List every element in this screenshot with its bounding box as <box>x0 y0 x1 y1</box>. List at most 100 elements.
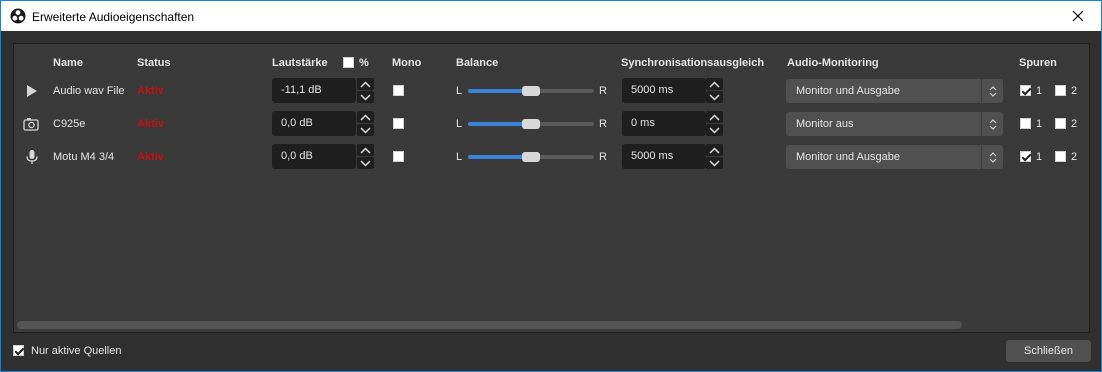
source-name: Motu M4 3/4 <box>53 151 115 163</box>
up-down-chevron-icon <box>989 118 996 130</box>
track-1-label: 1 <box>1036 85 1043 97</box>
chevron-down-icon <box>709 126 720 134</box>
track-1-checkbox[interactable] <box>1020 85 1031 96</box>
microphone-icon <box>26 150 38 164</box>
chevron-up-icon <box>709 113 720 121</box>
stepper-down-button[interactable] <box>357 124 374 136</box>
audio-sources-table: Name Status Lautstärke % Mono Balance Sy… <box>13 43 1090 333</box>
slider-thumb[interactable] <box>522 119 540 129</box>
balance-slider[interactable] <box>468 86 594 96</box>
column-header-balance: Balance <box>456 57 499 69</box>
stepper-down-button[interactable] <box>706 124 723 136</box>
stepper-up-button[interactable] <box>706 78 723 90</box>
close-window-button[interactable] <box>1055 1 1101 31</box>
horizontal-scrollbar[interactable] <box>17 321 962 329</box>
track-1-label: 1 <box>1036 118 1043 130</box>
chevron-down-icon <box>360 126 371 134</box>
up-down-chevron-icon <box>989 151 996 163</box>
track-2-label: 2 <box>1071 118 1078 130</box>
monitoring-select[interactable]: Monitor und Ausgabe <box>786 145 1003 169</box>
only-active-sources-checkbox[interactable] <box>13 345 24 356</box>
stepper-down-button[interactable] <box>706 91 723 103</box>
chevron-down-icon <box>709 93 720 101</box>
sync-offset-input[interactable]: 0 ms <box>622 111 706 136</box>
balance-left-label: L <box>456 118 463 130</box>
stepper-up-button[interactable] <box>706 144 723 156</box>
track-2-label: 2 <box>1071 85 1078 97</box>
source-name: Audio wav File <box>53 85 125 97</box>
volume-stepper[interactable] <box>357 111 374 136</box>
camera-icon <box>23 118 39 131</box>
audio-properties-window: Erweiterte Audioeigenschaften Name Statu… <box>0 0 1102 372</box>
status-badge: Aktiv <box>137 118 164 130</box>
stepper-up-button[interactable] <box>706 111 723 123</box>
stepper-down-button[interactable] <box>357 91 374 103</box>
sync-offset-stepper[interactable] <box>706 78 723 103</box>
volume-input[interactable]: 0,0 dB <box>272 111 356 136</box>
volume-percent-checkbox[interactable] <box>343 57 354 68</box>
source-name: C925e <box>53 118 86 130</box>
volume-input[interactable]: -11,1 dB <box>272 78 356 103</box>
status-badge: Aktiv <box>137 85 164 97</box>
mono-checkbox[interactable] <box>393 118 404 129</box>
balance-right-label: R <box>599 85 607 97</box>
track-2-checkbox[interactable] <box>1055 151 1066 162</box>
stepper-up-button[interactable] <box>357 111 374 123</box>
column-header-mono: Mono <box>392 57 422 69</box>
sync-offset-input[interactable]: 5000 ms <box>622 78 706 103</box>
close-icon <box>1072 10 1084 22</box>
track-1-label: 1 <box>1036 151 1043 163</box>
track-2-checkbox[interactable] <box>1055 85 1066 96</box>
select-arrows <box>981 79 1003 103</box>
chevron-down-icon <box>360 93 371 101</box>
stepper-up-button[interactable] <box>357 78 374 90</box>
column-header-sync-offset: Synchronisationsausgleich <box>621 57 765 69</box>
monitoring-value: Monitor und Ausgabe <box>796 151 900 163</box>
track-1-checkbox[interactable] <box>1020 118 1031 129</box>
stepper-up-button[interactable] <box>357 144 374 156</box>
volume-input[interactable]: 0,0 dB <box>272 144 356 169</box>
chevron-up-icon <box>360 113 371 121</box>
column-header-tracks: Spuren <box>1019 57 1057 69</box>
balance-left-label: L <box>456 151 463 163</box>
balance-slider[interactable] <box>468 119 594 129</box>
title-bar: Erweiterte Audioeigenschaften <box>1 1 1101 31</box>
window-title: Erweiterte Audioeigenschaften <box>32 10 195 24</box>
column-header-status: Status <box>137 57 171 69</box>
chevron-up-icon <box>360 146 371 154</box>
volume-stepper[interactable] <box>357 78 374 103</box>
mono-checkbox[interactable] <box>393 85 404 96</box>
chevron-down-icon <box>709 159 720 167</box>
monitoring-select[interactable]: Monitor und Ausgabe <box>786 79 1003 103</box>
chevron-down-icon <box>360 159 371 167</box>
chevron-up-icon <box>360 80 371 88</box>
balance-slider[interactable] <box>468 152 594 162</box>
track-1-checkbox[interactable] <box>1020 151 1031 162</box>
balance-right-label: R <box>599 118 607 130</box>
slider-thumb[interactable] <box>522 86 540 96</box>
volume-stepper[interactable] <box>357 144 374 169</box>
mono-checkbox[interactable] <box>393 151 404 162</box>
balance-left-label: L <box>456 85 463 97</box>
column-header-name: Name <box>53 57 83 69</box>
close-button[interactable]: Schließen <box>1006 340 1091 362</box>
status-badge: Aktiv <box>137 151 164 163</box>
chevron-up-icon <box>709 80 720 88</box>
track-2-checkbox[interactable] <box>1055 118 1066 129</box>
monitoring-value: Monitor aus <box>796 118 854 130</box>
monitoring-select[interactable]: Monitor aus <box>786 112 1003 136</box>
balance-right-label: R <box>599 151 607 163</box>
sync-offset-input[interactable]: 5000 ms <box>622 144 706 169</box>
column-header-audio-monitoring: Audio-Monitoring <box>787 57 879 69</box>
stepper-down-button[interactable] <box>706 157 723 169</box>
column-header-volume: Lautstärke <box>272 57 328 69</box>
sync-offset-stepper[interactable] <box>706 111 723 136</box>
slider-thumb[interactable] <box>522 152 540 162</box>
monitoring-value: Monitor und Ausgabe <box>796 85 900 97</box>
play-icon <box>27 85 37 97</box>
column-header-percent: % <box>359 57 369 69</box>
stepper-down-button[interactable] <box>357 157 374 169</box>
select-arrows <box>981 145 1003 169</box>
select-arrows <box>981 112 1003 136</box>
sync-offset-stepper[interactable] <box>706 144 723 169</box>
